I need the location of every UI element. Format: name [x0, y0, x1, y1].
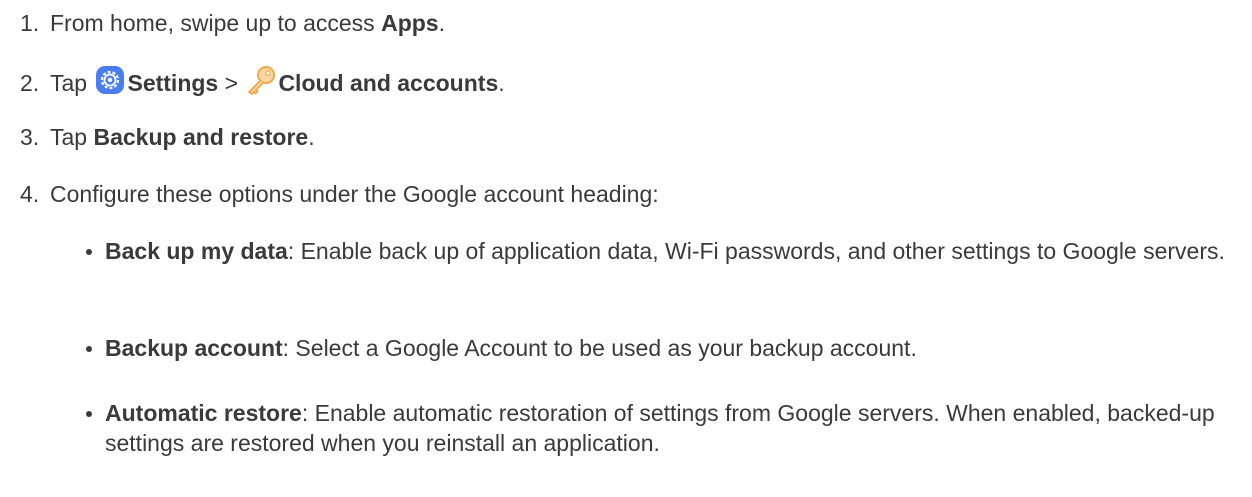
step-text: Tap [50, 70, 94, 96]
step-number: 1. [20, 10, 40, 36]
step-number: 2. [20, 70, 40, 96]
bullet-dot [86, 346, 92, 352]
step-text: Configure these options under the Google… [50, 181, 659, 207]
bullet-dot [86, 411, 92, 417]
bullet-dot [86, 249, 92, 255]
option-title: Back up my data [105, 238, 288, 264]
step-text: From home, swipe up to access [50, 10, 382, 36]
option-automatic-restore: Automatic restore: Enable automatic rest… [86, 398, 1226, 458]
cloud-and-accounts-label: Cloud and accounts [278, 70, 499, 96]
step-text: Tap [50, 124, 94, 150]
apps-label: Apps [381, 10, 439, 36]
step-number: 4. [20, 181, 40, 207]
step-number: 3. [20, 124, 40, 150]
settings-label: Settings [127, 70, 219, 96]
step-1: 1. From home, swipe up to access Apps. [20, 10, 445, 36]
option-title: Backup account [105, 335, 283, 361]
step-3: 3. Tap Backup and restore. [20, 124, 315, 150]
option-title: Automatic restore [105, 400, 302, 426]
step-4: 4. Configure these options under the Goog… [20, 179, 659, 209]
step-2: 2. Tap Settings > Cloud and accounts. [20, 65, 505, 98]
option-back-up-my-data: Back up my data: Enable back up of appli… [86, 236, 1226, 266]
settings-icon [95, 65, 125, 95]
option-description: : Select a Google Account to be used as … [282, 335, 917, 361]
key-icon [246, 65, 276, 95]
option-backup-account: Backup account: Select a Google Account … [86, 333, 1226, 363]
backup-and-restore-label: Backup and restore [93, 124, 309, 150]
option-description: : Enable back up of application data, Wi… [287, 238, 1225, 264]
